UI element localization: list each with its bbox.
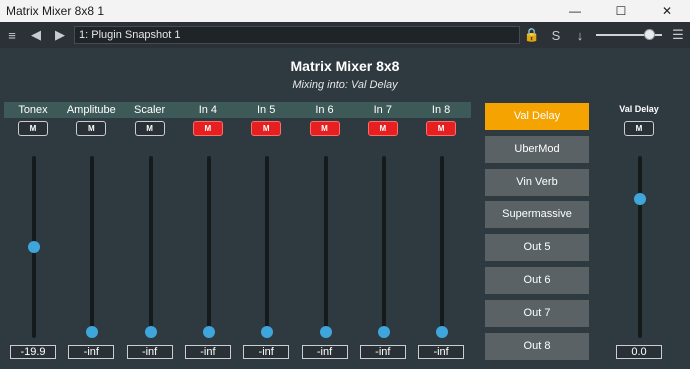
master-fader-thumb[interactable] (634, 193, 646, 205)
output-gain-slider[interactable] (596, 25, 662, 45)
snapshot-selector[interactable]: 1: Plugin Snapshot 1 (74, 26, 520, 44)
channel-label: In 8 (431, 104, 451, 116)
destination-button[interactable]: Supermassive (485, 201, 589, 229)
destination-button[interactable]: Out 8 (485, 332, 589, 360)
channel-label: Amplitube (66, 104, 116, 116)
channel-label: In 6 (315, 104, 334, 116)
channel-fader-track[interactable] (323, 156, 328, 338)
channel-fader-thumb[interactable] (202, 326, 215, 338)
channel-mute-button[interactable]: M (426, 121, 457, 136)
channel-label: In 5 (257, 104, 276, 116)
channel-strip: Amplitube M -inf (62, 48, 120, 369)
channel-fader-thumb[interactable] (261, 326, 274, 338)
channel-mute-button[interactable]: M (192, 121, 223, 136)
destination-button[interactable]: Vin Verb (485, 168, 589, 196)
channel-mute-button[interactable]: M (18, 121, 48, 136)
channel-value-box[interactable]: -inf (359, 345, 406, 359)
channel-strip: In 5 M -inf (237, 48, 295, 369)
channel-mute-button[interactable]: M (367, 121, 398, 136)
master-value-box[interactable]: 0.0 (616, 345, 662, 359)
channel-value-box[interactable]: -inf (301, 345, 348, 359)
channel-strip: In 6 M -inf (296, 48, 354, 369)
channel-strip: In 8 M -inf (412, 48, 470, 369)
master-strip: M 0.0 (610, 48, 668, 369)
channel-strip: In 7 M -inf (354, 48, 412, 369)
window-title: Matrix Mixer 8x8 1 (6, 4, 105, 18)
channel-label: Tonex (18, 104, 48, 116)
channel-label: In 4 (198, 104, 218, 116)
master-mute-button[interactable]: M (624, 121, 654, 136)
destination-button[interactable]: Val Delay (485, 103, 589, 130)
next-snapshot-icon[interactable]: ▶ (48, 23, 72, 47)
channel-value-box[interactable]: -inf (243, 345, 290, 359)
lock-icon[interactable]: 🔒 (520, 23, 544, 47)
master-fader-track[interactable] (638, 156, 642, 338)
output-gain-knob[interactable] (644, 29, 655, 40)
mixer-panel: Matrix Mixer 8x8 Mixing into: Val Delay … (0, 48, 690, 369)
channel-mute-button[interactable]: M (76, 121, 107, 136)
minimize-button[interactable]: — (552, 0, 598, 22)
channel-mute-button[interactable]: M (309, 121, 340, 136)
channel-strip: In 4 M -inf (179, 48, 237, 369)
channel-value-box[interactable]: -inf (184, 345, 231, 359)
window-titlebar: Matrix Mixer 8x8 1 — ☐ ✕ (0, 0, 690, 22)
maximize-button[interactable]: ☐ (598, 0, 644, 22)
sidechain-s-icon[interactable]: S (544, 23, 568, 47)
settings-icon[interactable]: ≡ (0, 23, 24, 47)
channel-fader-thumb[interactable] (377, 326, 390, 338)
channel-mute-button[interactable]: M (251, 121, 282, 136)
channel-fader-thumb[interactable] (436, 326, 449, 338)
pin-icon[interactable]: ↓ (568, 23, 592, 47)
channel-fader-thumb[interactable] (144, 326, 157, 338)
channel-fader-track[interactable] (440, 156, 445, 338)
destination-button[interactable]: Out 6 (485, 267, 589, 294)
channel-mute-button[interactable]: M (134, 121, 165, 136)
channel-value-box[interactable]: -inf (418, 345, 465, 359)
plugin-toolbar: ≡ ◀ ▶ 1: Plugin Snapshot 1 🔒 S ↓ ☰ (0, 22, 690, 48)
destination-button[interactable]: Out 5 (485, 234, 589, 262)
channel-label: In 7 (373, 104, 392, 116)
channel-fader-track[interactable] (206, 156, 211, 338)
channel-strip: Tonex M -19.9 (4, 48, 62, 369)
channel-value-box[interactable]: -19.9 (10, 345, 56, 359)
menu-icon[interactable]: ☰ (666, 23, 690, 47)
channel-fader-thumb[interactable] (86, 326, 99, 338)
close-button[interactable]: ✕ (644, 0, 690, 22)
channel-fader-thumb[interactable] (28, 241, 40, 253)
channel-strip: Scaler M -inf (121, 48, 179, 369)
channel-value-box[interactable]: -inf (68, 345, 115, 359)
channel-fader-track[interactable] (265, 156, 270, 338)
channel-fader-thumb[interactable] (319, 326, 332, 338)
destination-button[interactable]: Out 7 (485, 299, 589, 327)
channel-fader-track[interactable] (381, 156, 386, 338)
channel-fader-track[interactable] (148, 156, 153, 338)
destination-button[interactable]: UberMod (485, 135, 589, 163)
channel-fader-track[interactable] (90, 156, 95, 338)
channel-label: Scaler (134, 104, 166, 116)
channel-value-box[interactable]: -inf (126, 345, 173, 359)
prev-snapshot-icon[interactable]: ◀ (24, 23, 48, 47)
